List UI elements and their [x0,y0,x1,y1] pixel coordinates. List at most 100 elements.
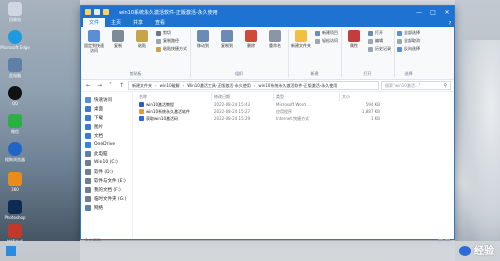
tab-share[interactable]: 共享 [127,18,149,27]
recent-locations-button[interactable]: ˅ [106,81,115,90]
breadcrumb-item[interactable]: Win10激活工具-正版激活-永久使用 [187,83,251,89]
desktop-icon-edge[interactable]: Microsoft Edge [0,30,30,50]
close-button[interactable]: ✕ [440,6,454,18]
select-none-button[interactable]: 全部取消 [397,38,420,44]
file-type: Internet 快捷方式 [276,115,310,121]
tab-view[interactable]: 查看 [149,18,171,27]
nav-item-quick-access[interactable]: 快速访问 [81,95,132,104]
nav-item-network[interactable]: 网络 [81,203,132,212]
cut-button[interactable]: 剪切 [156,30,187,36]
select-all-button[interactable]: 全部选择 [397,30,420,36]
ribbon-button-label: 重命名 [269,43,281,48]
ribbon-button-label: 复制到 [221,43,233,48]
qq-icon [8,86,22,100]
paste-shortcut-button[interactable]: 粘贴快捷方式 [156,46,187,52]
table-row[interactable]: win10系统永久激活软件 2022-08-24 15:27 应用程序 1,88… [133,108,454,115]
nav-item-downloads[interactable]: 下载 [81,113,132,122]
breadcrumb-item[interactable]: 新建文件夹 [132,83,152,89]
select-none-icon [397,38,402,44]
forward-button[interactable]: → [95,81,104,90]
desktop-icon-label: 此电脑 [9,73,21,78]
file-date: 2022-08-24 15:27 [214,109,251,114]
invert-selection-button[interactable]: 反向选择 [397,46,420,52]
nav-item-label: Win10 (C:) [94,160,118,165]
new-item-button[interactable]: 新建项目 [315,30,338,36]
select-all-icon [397,30,402,36]
desktop-icon-wechat[interactable]: 微信 [3,114,27,135]
ribbon-button-label: 复制 [114,43,122,48]
history-button[interactable]: 历史记录 [368,46,391,52]
browser-icon [8,142,22,156]
file-name-cell: win10系统永久激活软件 [137,109,212,115]
file-size: 1 KB [370,116,380,121]
nav-item-drive-c[interactable]: Win10 (C:) [81,158,132,167]
easy-access-button[interactable]: 轻松访问 [315,38,338,44]
app-360-icon [8,172,22,186]
nav-item-label: 临时文件夹 (G:) [94,196,127,202]
properties-button[interactable]: 属性 [344,30,364,48]
address-bar[interactable]: 新建文件夹 › win10破解 › Win10激活工具-正版激活-永久使用 › … [128,81,379,90]
delete-button[interactable]: 删除 [241,30,261,48]
nav-item-onedrive[interactable]: OneDrive [81,140,132,149]
table-row[interactable]: win10激活教程 2022-08-24 15:43 Microsoft Wor… [133,101,454,108]
ribbon-button-label: 固定到快速访问 [84,43,104,53]
tab-file[interactable]: 文件 [83,18,106,27]
breadcrumb-separator: › [253,83,256,88]
paste-shortcut-icon [156,46,161,52]
nav-item-drive-g[interactable]: 临时文件夹 (G:) [81,194,132,203]
column-header-type[interactable]: 类型 [274,92,340,101]
desktop-icon-qq[interactable]: QQ [3,86,27,106]
table-row[interactable]: 获取win10激活码 2022-08-24 15:29 Internet 快捷方… [133,115,454,122]
nav-item-label: OneDrive [94,142,116,147]
recycle-bin-icon [8,2,22,16]
nav-item-this-pc[interactable]: 此电脑 [81,149,132,158]
desktop-icon-this-pc[interactable]: 此电脑 [3,58,27,79]
desktop-icon-recycle-bin[interactable]: 回收站 [3,2,27,23]
nav-item-desktop[interactable]: 桌面 [81,104,132,113]
desktop-icon-360[interactable]: 360 [3,172,27,192]
desktop-icon-browser[interactable]: 搜狗浏览器 [3,142,27,163]
rename-button[interactable]: 重命名 [265,30,285,48]
nav-item-documents[interactable]: 文档 [81,131,132,140]
minimize-button[interactable]: — [412,6,426,18]
edit-button[interactable]: 编辑 [368,38,391,44]
back-button[interactable]: ← [84,81,93,90]
file-name-cell: 获取win10激活码 [137,116,212,122]
copy-path-icon [156,38,161,44]
scissors-icon [156,30,161,36]
column-header-name[interactable]: 名称 [137,92,212,101]
ribbon-small-label: 剪切 [163,30,171,35]
maximize-button[interactable]: □ [426,6,440,18]
nav-item-drive-e[interactable]: 软件与文件 (E:) [81,176,132,185]
column-header-date[interactable]: 修改日期 [212,92,274,101]
open-button[interactable]: 打开 [368,30,391,36]
paste-button[interactable]: 粘贴 [132,30,152,48]
tab-home[interactable]: 主页 [105,18,127,27]
nav-item-drive-d[interactable]: 软件 (D:) [81,167,132,176]
up-button[interactable]: ↑ [117,81,126,90]
nav-item-label: 桌面 [94,106,103,112]
breadcrumb-item[interactable]: win10破解 [160,83,180,89]
pin-quick-access-button[interactable]: 固定到快速访问 [84,30,104,53]
properties-icon[interactable] [94,9,100,15]
nav-item-pictures[interactable]: 图片 [81,122,132,131]
ribbon-small-label: 全部选择 [404,30,420,35]
new-folder-button[interactable]: 新建文件夹 [291,30,311,48]
column-header-size[interactable]: 大小 [340,93,380,101]
ribbon-small-label: 全部取消 [404,38,420,43]
breadcrumb-item[interactable]: win10系统永久激活软件-正版激活-永久使用 [258,83,337,89]
breadcrumb-separator: › [155,83,157,88]
new-item-icon [315,30,320,36]
desktop-icon-photoshop[interactable]: Photoshop [3,200,27,220]
help-button[interactable]: ? [446,21,454,27]
nav-item-drive-f[interactable]: 我的文档 (F:) [81,185,132,194]
start-icon[interactable] [6,246,16,256]
copy-path-button[interactable]: 复制路径 [156,38,187,44]
move-to-button[interactable]: 移动到 [193,30,213,48]
search-input[interactable]: 搜索"win10激活..." ⚲ [381,81,451,90]
copy-to-icon [221,30,233,42]
copy-to-button[interactable]: 复制到 [217,30,237,48]
copy-button[interactable]: 复制 [108,30,128,48]
ribbon-button-label: 删除 [247,43,255,48]
ribbon-group-clipboard: 固定到快速访问 复制 粘贴 剪切 复制路径 粘贴快捷方式 剪贴板 [84,29,191,77]
